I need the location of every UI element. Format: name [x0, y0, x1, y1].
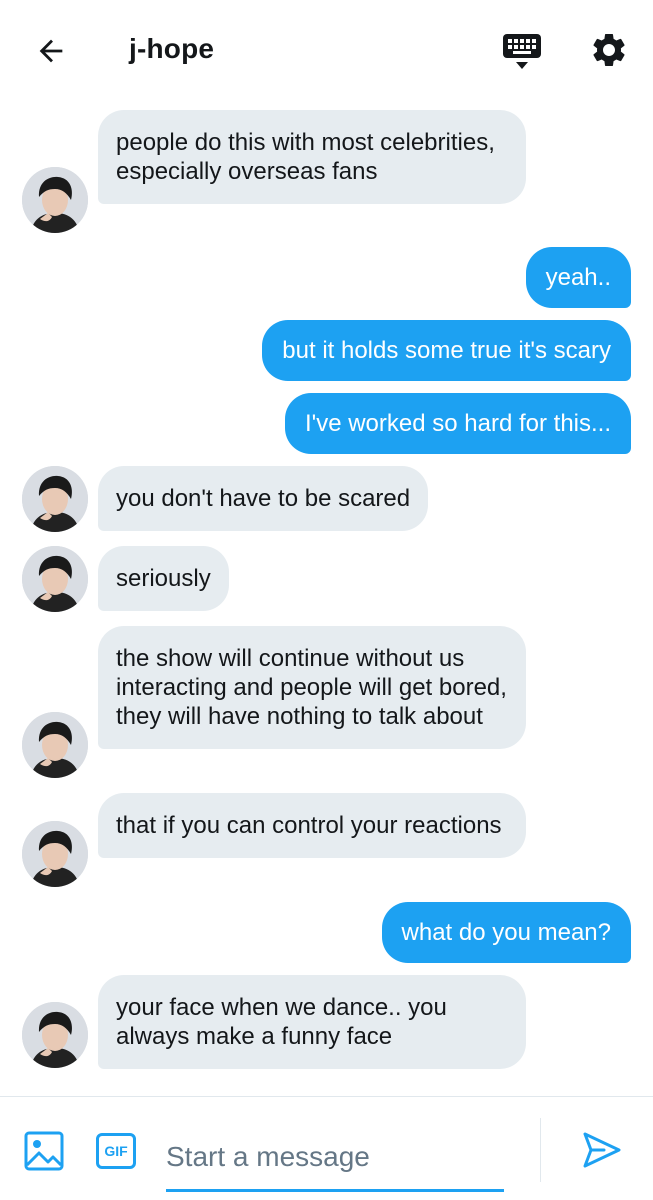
back-button[interactable]: [30, 30, 72, 72]
contact-photo-icon: [22, 821, 88, 887]
message-bubble-outgoing[interactable]: but it holds some true it's scary: [262, 320, 631, 381]
message-bubble-incoming[interactable]: the show will continue without us intera…: [98, 626, 526, 749]
add-image-button[interactable]: [24, 1131, 64, 1171]
contact-photo-icon: [22, 1002, 88, 1068]
gear-icon: [593, 33, 625, 66]
send-icon: [583, 1132, 621, 1168]
contact-photo-icon: [22, 167, 88, 233]
message-bubble-incoming[interactable]: people do this with most celebrities, es…: [98, 110, 526, 204]
message-bubble-outgoing[interactable]: yeah..: [525, 247, 631, 308]
avatar[interactable]: [22, 712, 88, 778]
conversation-header: j-hope: [0, 0, 653, 100]
message-bubble-outgoing[interactable]: I've worked so hard for this...: [284, 393, 631, 454]
message-bubble-incoming[interactable]: you don't have to be scared: [98, 466, 429, 531]
arrow-left-icon: [39, 39, 63, 63]
message-bubble-incoming[interactable]: seriously: [98, 546, 229, 611]
avatar[interactable]: [22, 1002, 88, 1068]
avatar[interactable]: [22, 546, 88, 612]
dm-conversation-screen: j-hope people do this with most celebrit…: [0, 0, 653, 1200]
contact-photo-icon: [22, 546, 88, 612]
message-bubble-incoming[interactable]: your face when we dance.. you always mak…: [98, 975, 526, 1069]
avatar[interactable]: [22, 821, 88, 887]
settings-button[interactable]: [587, 28, 631, 72]
send-button[interactable]: [580, 1128, 624, 1172]
gif-icon: GIF: [96, 1133, 136, 1169]
add-gif-button[interactable]: GIF: [96, 1131, 136, 1171]
avatar[interactable]: [22, 466, 88, 532]
keyboard-icon: [503, 34, 541, 69]
page-title: j-hope: [129, 33, 215, 64]
message-list[interactable]: people do this with most celebrities, es…: [0, 100, 653, 1095]
contact-photo-icon: [22, 712, 88, 778]
contact-photo-icon: [22, 466, 88, 532]
message-bubble-incoming[interactable]: that if you can control your reactions: [98, 793, 526, 858]
image-icon: [24, 1131, 64, 1171]
message-input[interactable]: [166, 1124, 504, 1192]
keyboard-toggle-button[interactable]: [500, 30, 544, 74]
avatar[interactable]: [22, 167, 88, 233]
message-bubble-outgoing[interactable]: what do you mean?: [381, 902, 631, 963]
composer-divider: [540, 1118, 541, 1182]
